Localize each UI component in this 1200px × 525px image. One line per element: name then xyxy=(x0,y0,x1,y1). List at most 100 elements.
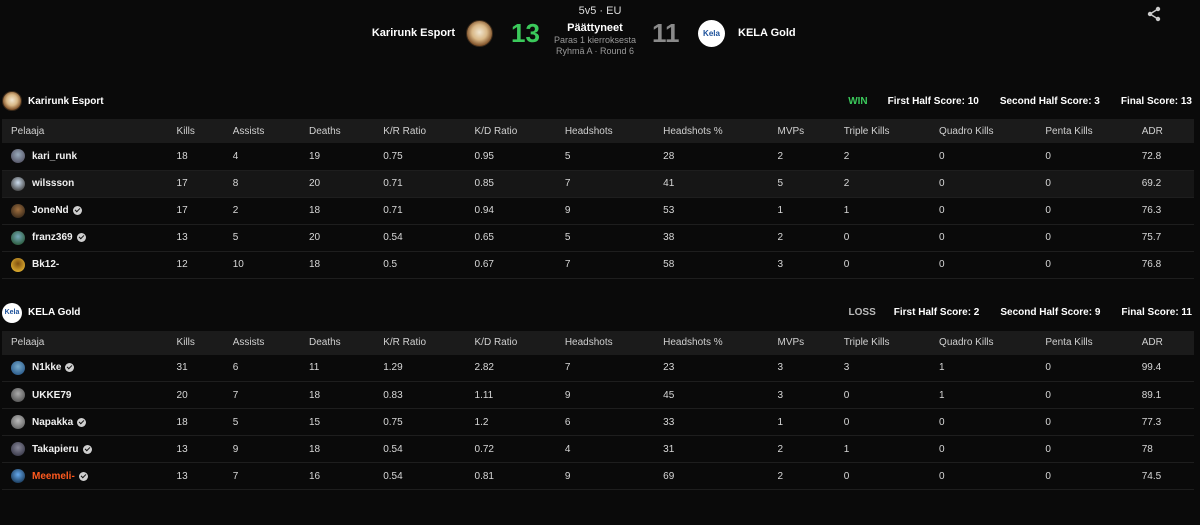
match-header: 5v5 · EU Karirunk Esport 13 Päättyneet P… xyxy=(0,0,1200,80)
table-row[interactable]: Meemeli- 13 7 16 0.54 0.81 9 69 2 0 0 0 74.5 xyxy=(2,463,1194,490)
stat-cell: 2 xyxy=(777,150,784,162)
avatar[interactable] xyxy=(11,415,25,429)
stat-cell: 17 xyxy=(176,178,188,189)
table-row[interactable]: UKKE79 20 7 18 0.83 1.11 9 45 3 0 1 0 89.1 xyxy=(2,382,1194,409)
table-row[interactable]: JoneNd 17 2 18 0.71 0.94 9 53 1 1 0 0 76.3 xyxy=(2,197,1194,224)
player-cell: Meemeli- xyxy=(2,463,168,490)
table-row[interactable]: Napakka 18 5 15 0.75 1.2 6 33 1 0 0 0 77.3 xyxy=(2,409,1194,436)
avatar[interactable] xyxy=(11,388,25,402)
team-left-logo[interactable] xyxy=(466,20,493,47)
stat-cell: 5 xyxy=(232,416,239,428)
player-cell: N1kke xyxy=(2,355,168,382)
stat-cell: 0 xyxy=(939,205,945,216)
column-header[interactable]: Quadro Kills xyxy=(930,331,1036,355)
stat-cell: 28 xyxy=(663,150,675,162)
column-header[interactable]: Deaths xyxy=(300,331,374,355)
avatar[interactable] xyxy=(11,442,25,456)
stat-cell: 0.72 xyxy=(474,443,494,455)
stat-cell: 13 xyxy=(176,443,188,455)
table-row[interactable]: Bk12- 12 10 18 0.5 0.67 7 58 3 0 0 0 76.8 xyxy=(2,251,1194,278)
column-header[interactable]: MVPs xyxy=(769,331,835,355)
column-header[interactable]: K/R Ratio xyxy=(374,331,465,355)
team-left-name[interactable]: Karirunk Esport xyxy=(372,27,455,39)
column-header[interactable]: Pelaaja xyxy=(2,119,168,143)
column-header[interactable]: Headshots xyxy=(556,119,654,143)
avatar[interactable] xyxy=(11,149,25,164)
column-header[interactable]: Triple Kills xyxy=(835,331,930,355)
player-name[interactable]: franz369 xyxy=(32,232,73,243)
stat-cell: 2 xyxy=(777,470,784,482)
stat-cell: 76.3 xyxy=(1141,205,1162,216)
column-header[interactable]: Kills xyxy=(168,331,224,355)
stat-cell: 6 xyxy=(232,362,239,374)
stat-cell: 1 xyxy=(777,205,784,216)
column-header[interactable]: Assists xyxy=(224,119,300,143)
stat-cell: 0 xyxy=(939,178,945,189)
stat-cell: 69.2 xyxy=(1141,178,1162,189)
avatar[interactable] xyxy=(11,176,25,191)
table-row[interactable]: Takapieru 13 9 18 0.54 0.72 4 31 2 1 0 0 78 xyxy=(2,436,1194,463)
column-header[interactable]: Headshots % xyxy=(654,119,768,143)
column-header[interactable]: Kills xyxy=(168,119,224,143)
table-row[interactable]: N1kke 31 6 11 1.29 2.82 7 23 3 3 1 0 99.4 xyxy=(2,355,1194,382)
column-header[interactable]: MVPs xyxy=(769,119,835,143)
player-name[interactable]: kari_runk xyxy=(32,151,77,162)
player-cell: UKKE79 xyxy=(2,382,168,409)
share-icon[interactable] xyxy=(1146,6,1162,22)
stat-cell: 20 xyxy=(176,389,188,401)
team-name[interactable]: Karirunk Esport xyxy=(28,96,848,107)
table-row[interactable]: kari_runk 18 4 19 0.75 0.95 5 28 2 2 0 0 72.8 xyxy=(2,143,1194,170)
team-logo[interactable]: Kela xyxy=(2,302,22,323)
stat-cell: 1 xyxy=(939,362,945,374)
player-name[interactable]: Bk12- xyxy=(32,259,59,270)
player-name[interactable]: wilssson xyxy=(32,178,74,189)
column-header[interactable]: ADR xyxy=(1133,119,1194,143)
stat-cell: 0 xyxy=(939,232,945,243)
avatar[interactable] xyxy=(11,230,25,245)
avatar[interactable] xyxy=(11,360,25,375)
column-header[interactable]: ADR xyxy=(1133,331,1194,355)
column-header[interactable]: K/R Ratio xyxy=(374,119,465,143)
team-name[interactable]: KELA Gold xyxy=(28,307,849,318)
stat-cell: 5 xyxy=(564,232,571,243)
table-row[interactable]: wilssson 17 8 20 0.71 0.85 7 41 5 2 0 0 69.2 xyxy=(2,170,1194,197)
column-header[interactable]: Headshots % xyxy=(654,331,768,355)
second-half-score: Second Half Score: 9 xyxy=(1000,307,1101,318)
team-logo[interactable] xyxy=(2,91,22,111)
player-name[interactable]: Napakka xyxy=(32,417,73,428)
column-header[interactable]: Quadro Kills xyxy=(930,119,1036,143)
column-header[interactable]: Assists xyxy=(224,331,300,355)
avatar[interactable] xyxy=(11,469,25,483)
column-header[interactable]: Penta Kills xyxy=(1036,331,1132,355)
stat-cell: 0.75 xyxy=(383,416,403,428)
player-name[interactable]: JoneNd xyxy=(32,205,69,216)
player-name[interactable]: Meemeli- xyxy=(32,471,75,482)
stat-cell: 0.67 xyxy=(474,259,494,270)
stat-cell: 0.75 xyxy=(383,150,403,162)
first-half-score: First Half Score: 10 xyxy=(887,95,979,107)
team-right-name[interactable]: KELA Gold xyxy=(738,27,796,39)
stat-cell: 99.4 xyxy=(1141,362,1162,374)
column-header[interactable]: Penta Kills xyxy=(1036,119,1132,143)
column-header[interactable]: Headshots xyxy=(556,331,654,355)
team-right-logo[interactable]: Kela xyxy=(698,20,725,47)
player-name[interactable]: UKKE79 xyxy=(32,390,71,401)
column-header[interactable]: Pelaaja xyxy=(2,331,168,355)
column-header[interactable]: Deaths xyxy=(300,119,374,143)
column-header[interactable]: Triple Kills xyxy=(835,119,930,143)
stat-cell: 0.71 xyxy=(383,205,403,216)
stat-cell: 3 xyxy=(843,362,850,374)
player-name[interactable]: Takapieru xyxy=(32,444,79,455)
stat-cell: 45 xyxy=(663,389,675,401)
player-cell: Bk12- xyxy=(2,251,168,278)
column-header[interactable]: K/D Ratio xyxy=(466,331,556,355)
stat-cell: 7 xyxy=(564,259,571,270)
stat-cell: 38 xyxy=(663,232,675,243)
avatar[interactable] xyxy=(11,257,25,272)
column-header[interactable]: K/D Ratio xyxy=(466,119,556,143)
table-row[interactable]: franz369 13 5 20 0.54 0.65 5 38 2 0 0 0 75.7 xyxy=(2,224,1194,251)
avatar[interactable] xyxy=(11,203,25,218)
stat-cell: 0 xyxy=(843,232,850,243)
player-name[interactable]: N1kke xyxy=(32,362,61,373)
stat-cell: 0 xyxy=(939,259,945,270)
